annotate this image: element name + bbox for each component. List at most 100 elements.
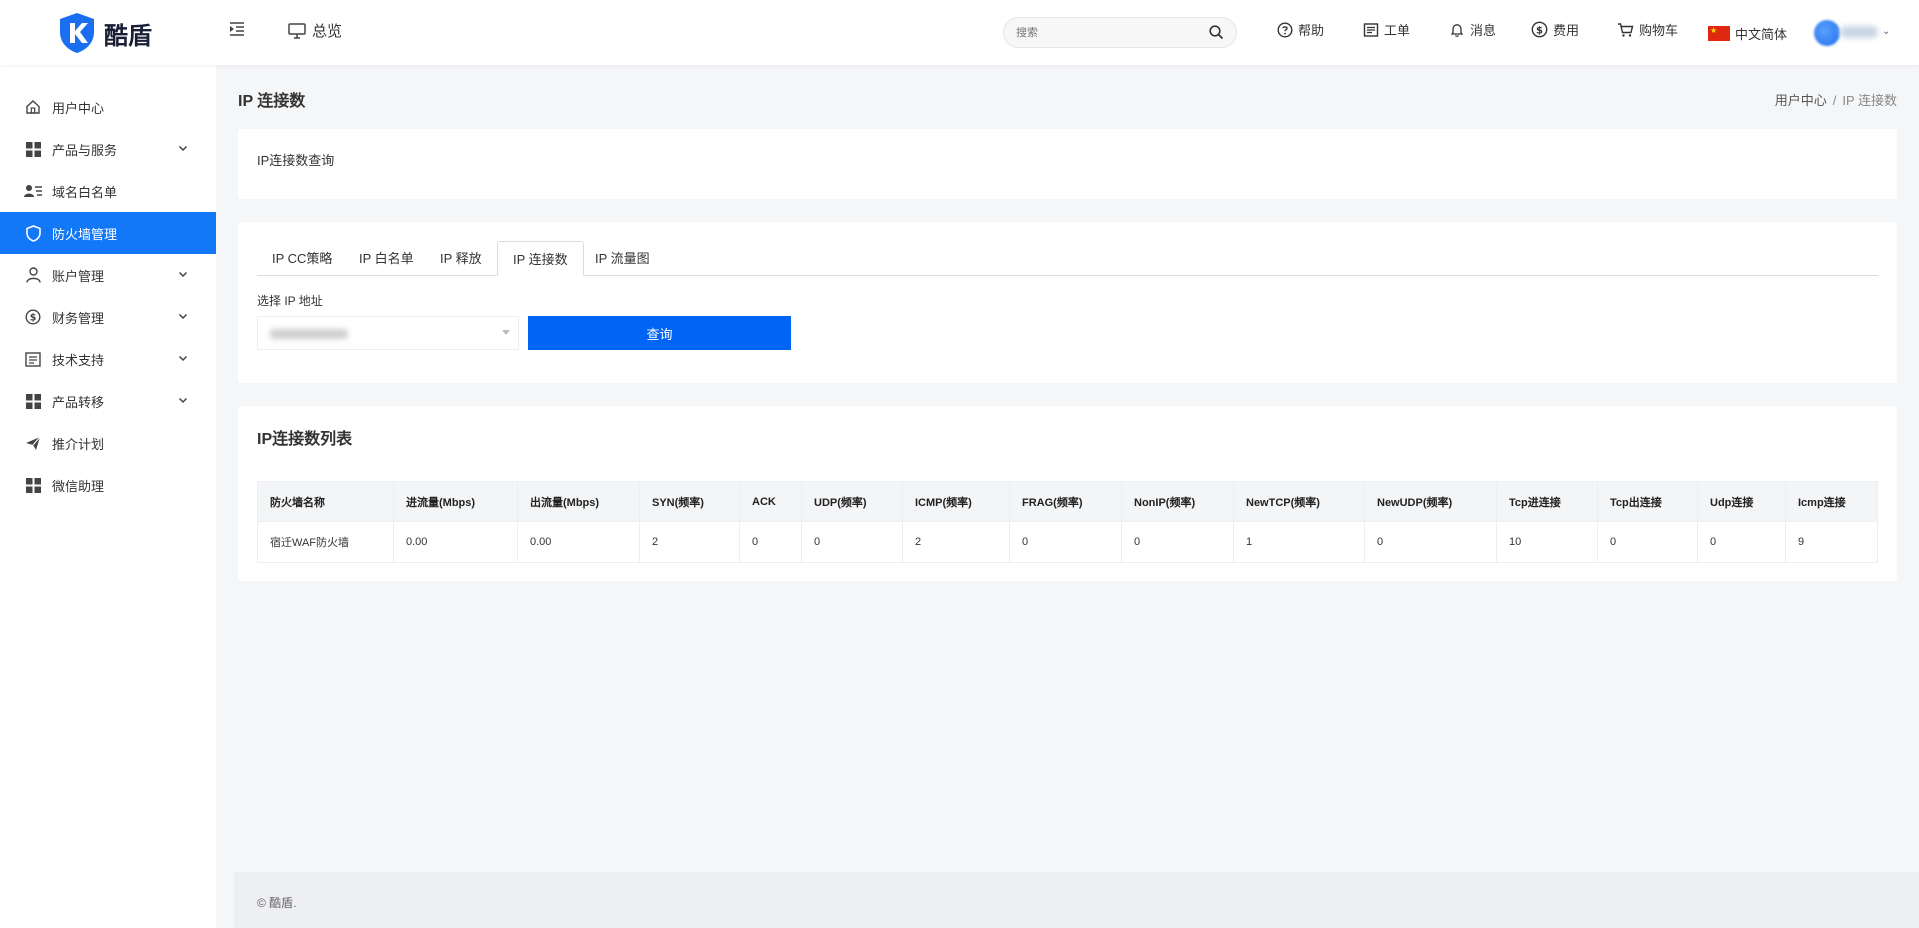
cart-label: 购物车: [1639, 23, 1679, 38]
cell-icmp: 2: [902, 521, 1010, 563]
sidebar-item-domain-whitelist[interactable]: 域名白名单: [0, 170, 216, 212]
tab-ip-cc-policy[interactable]: IP CC策略: [257, 241, 347, 276]
ip-select-label: 选择 IP 地址: [257, 294, 323, 308]
user-list-icon: [24, 182, 42, 200]
menu-toggle-icon[interactable]: [228, 20, 246, 38]
tab-ip-whitelist[interactable]: IP 白名单: [344, 241, 429, 276]
avatar[interactable]: [1814, 20, 1840, 46]
sidebar-item-label: 用户中心: [52, 100, 105, 116]
ip-value-blurred: [270, 329, 348, 339]
column-header: ICMP(频率): [902, 481, 1010, 522]
grid-icon: [24, 140, 42, 158]
tab-ip-release[interactable]: IP 释放: [425, 241, 497, 276]
china-flag-icon: [1708, 26, 1730, 41]
column-header: 出流量(Mbps): [517, 481, 640, 522]
caret-down-icon: [502, 330, 510, 335]
ip-address-select[interactable]: [257, 316, 519, 350]
sidebar-item-user-center[interactable]: 用户中心: [0, 86, 216, 128]
cell-tcp-out: 0: [1597, 521, 1698, 563]
query-button[interactable]: 查询: [528, 316, 791, 350]
footer-copyright: © 酷盾.: [257, 896, 297, 910]
column-header: UDP(频率): [801, 481, 903, 522]
sidebar-item-label: 财务管理: [52, 310, 105, 326]
chevron-down-icon[interactable]: ⌄: [1882, 26, 1890, 37]
connections-table: 防火墙名称 进流量(Mbps) 出流量(Mbps) SYN(频率) ACK UD…: [257, 481, 1878, 563]
connections-list-card: IP连接数列表 防火墙名称 进流量(Mbps) 出流量(Mbps) SYN(频率…: [238, 406, 1897, 581]
tab-ip-traffic[interactable]: IP 流量图: [580, 241, 665, 276]
column-header: SYN(频率): [639, 481, 740, 522]
column-header: 进流量(Mbps): [393, 481, 518, 522]
column-header: Tcp进连接: [1496, 481, 1598, 522]
ticket-label: 工单: [1384, 23, 1411, 38]
dollar-icon: $: [24, 308, 42, 326]
svg-text:$: $: [30, 313, 37, 324]
sidebar-item-label: 推介计划: [52, 436, 105, 452]
list-title: IP连接数列表: [257, 431, 353, 448]
cell-in-traffic: 0.00: [393, 521, 518, 563]
help-link[interactable]: 帮助: [1277, 20, 1324, 39]
footer: © 酷盾.: [234, 872, 1919, 928]
cell-frag: 0: [1009, 521, 1122, 563]
cart-icon: [1618, 22, 1634, 37]
home-icon: [24, 98, 42, 116]
column-header: Tcp出连接: [1597, 481, 1698, 522]
logo-text: 酷盾: [104, 22, 152, 50]
bell-icon: [1450, 23, 1464, 37]
sidebar-item-finance[interactable]: $ 财务管理: [0, 296, 216, 338]
send-icon: [24, 434, 42, 452]
document-icon: [24, 350, 42, 368]
sidebar-item-products[interactable]: 产品与服务: [0, 128, 216, 170]
chevron-down-icon: [178, 355, 188, 362]
shield-icon: [24, 224, 42, 242]
search-input[interactable]: [1016, 26, 1209, 39]
fee-label: 费用: [1553, 23, 1580, 38]
sidebar-item-label: 产品转移: [52, 394, 105, 410]
fee-link[interactable]: $ 费用: [1531, 20, 1579, 39]
cell-udp-conn: 0: [1697, 521, 1786, 563]
search-icon[interactable]: [1209, 25, 1224, 40]
message-link[interactable]: 消息: [1449, 20, 1496, 39]
sidebar-item-transfer[interactable]: 产品转移: [0, 380, 216, 422]
chevron-down-icon: [178, 271, 188, 278]
help-icon: [1277, 21, 1293, 38]
column-header: NewUDP(频率): [1364, 481, 1497, 522]
chevron-down-icon: [178, 313, 188, 320]
user-name-blurred[interactable]: [1840, 26, 1878, 38]
column-header: Udp连接: [1697, 481, 1786, 522]
help-label: 帮助: [1298, 23, 1325, 38]
sidebar-item-referral[interactable]: 推介计划: [0, 422, 216, 464]
grid-icon: [24, 392, 42, 410]
sidebar-item-support[interactable]: 技术支持: [0, 338, 216, 380]
cell-nonip: 0: [1121, 521, 1234, 563]
language-switch[interactable]: 中文简体: [1708, 24, 1787, 43]
svg-text:$: $: [1536, 25, 1543, 36]
breadcrumb-home[interactable]: 用户中心: [1775, 93, 1827, 108]
column-header: 防火墙名称: [257, 481, 394, 522]
sidebar-item-firewall[interactable]: 防火墙管理: [0, 212, 216, 254]
cell-icmp-conn: 9: [1785, 521, 1878, 563]
tab-ip-connections[interactable]: IP 连接数: [497, 241, 584, 276]
cell-newudp: 0: [1364, 521, 1497, 563]
language-label: 中文简体: [1735, 27, 1788, 42]
column-header: ACK: [739, 481, 802, 522]
sidebar-item-label: 域名白名单: [52, 184, 118, 200]
cell-syn: 2: [639, 521, 740, 563]
search-box[interactable]: [1003, 17, 1237, 48]
ticket-icon: [1363, 22, 1379, 37]
logo[interactable]: 酷盾: [58, 12, 152, 54]
cell-tcp-in: 10: [1496, 521, 1598, 563]
sidebar-item-label: 产品与服务: [52, 142, 118, 158]
column-header: NonIP(频率): [1121, 481, 1234, 522]
ticket-link[interactable]: 工单: [1363, 20, 1410, 39]
user-icon: [24, 266, 42, 284]
table-header-row: 防火墙名称 进流量(Mbps) 出流量(Mbps) SYN(频率) ACK UD…: [257, 481, 1878, 522]
column-header: NewTCP(频率): [1233, 481, 1365, 522]
sidebar-item-wechat[interactable]: 微信助理: [0, 464, 216, 506]
chevron-down-icon: [178, 397, 188, 404]
cart-link[interactable]: 购物车: [1617, 20, 1678, 39]
page-title: IP 连接数: [238, 93, 306, 110]
overview-link[interactable]: 总览: [288, 20, 342, 41]
breadcrumb-current: IP 连接数: [1842, 93, 1897, 108]
column-header: FRAG(频率): [1009, 481, 1122, 522]
sidebar-item-account[interactable]: 账户管理: [0, 254, 216, 296]
